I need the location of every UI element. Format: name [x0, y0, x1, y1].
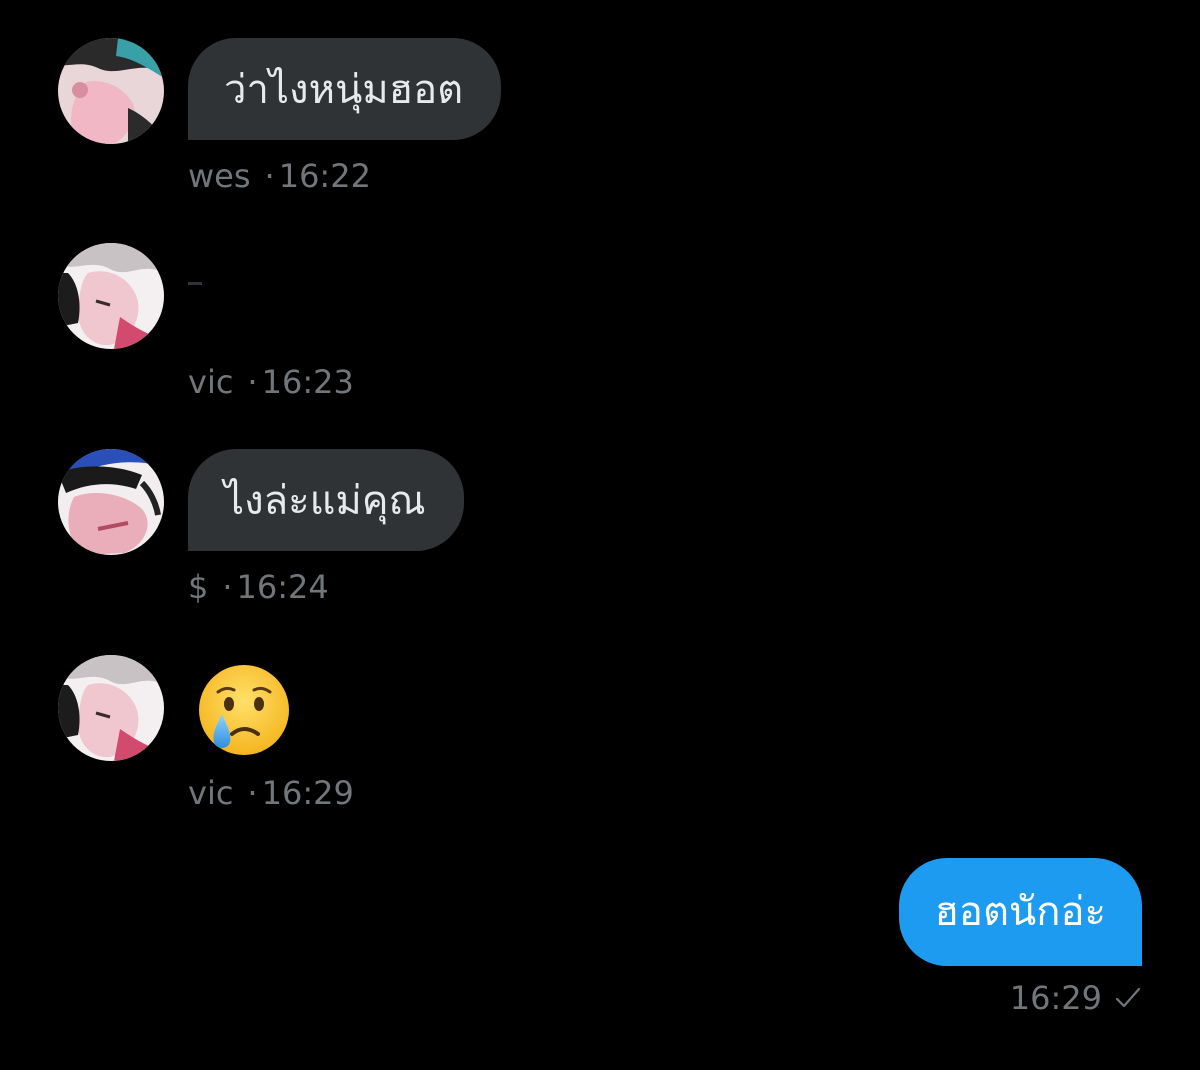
sender-name: vic — [188, 774, 234, 812]
outgoing-message-meta: 16:29 — [1010, 982, 1142, 1014]
avatar-vic[interactable] — [58, 655, 164, 761]
separator-dot: · — [247, 363, 258, 401]
avatar-dollar[interactable] — [58, 449, 164, 555]
avatar-wes[interactable] — [58, 38, 164, 144]
sender-name: wes — [188, 157, 251, 195]
separator-dot: · — [222, 568, 233, 606]
message-time: 16:29 — [261, 774, 354, 812]
message-bubble[interactable]: ว่าไงหนุ่มฮอต — [188, 38, 502, 140]
dm-conversation: ว่าไงหนุ่มฮอต wes · 16:22 vic · 16:23 ไงล่ะแ… — [0, 0, 1200, 1070]
message-time: 16:24 — [236, 568, 329, 606]
message-meta: vic · 16:29 — [188, 777, 354, 809]
empty-message[interactable] — [188, 282, 202, 285]
message-meta: vic · 16:23 — [188, 366, 354, 398]
sender-name: $ — [188, 568, 209, 606]
message-time: 16:23 — [261, 363, 354, 401]
message-meta: wes · 16:22 — [188, 160, 371, 192]
separator-dot: · — [264, 157, 275, 195]
message-time: 16:29 — [1009, 979, 1102, 1017]
sender-name: vic — [188, 363, 234, 401]
message-meta: $ · 16:24 — [188, 571, 329, 603]
separator-dot: · — [247, 774, 258, 812]
avatar-vic[interactable] — [58, 243, 164, 349]
message-bubble[interactable]: ไงล่ะแม่คุณ — [188, 449, 464, 551]
checkmark-icon — [1114, 984, 1142, 1012]
outgoing-message-bubble[interactable]: ฮอตนักอ่ะ — [898, 858, 1142, 966]
message-time: 16:22 — [278, 157, 371, 195]
crying-face-emoji[interactable] — [196, 662, 292, 758]
